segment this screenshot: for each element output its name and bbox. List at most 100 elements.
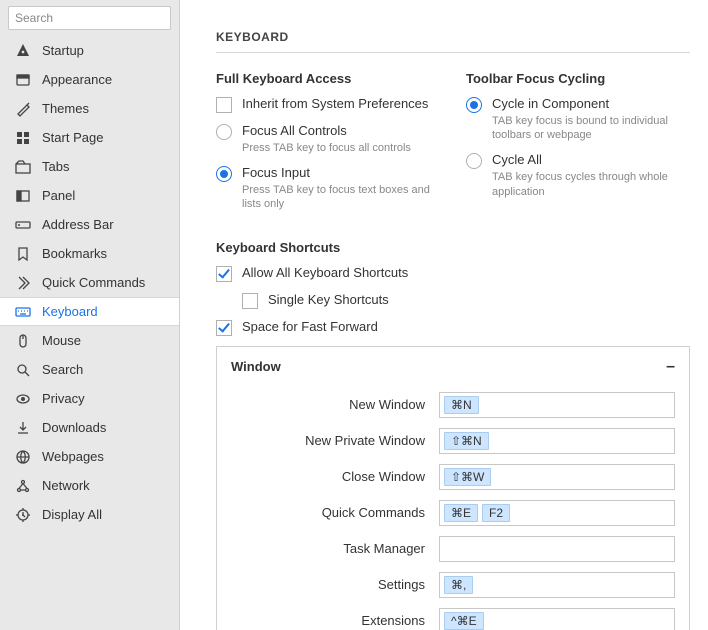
panel-title: Window: [231, 359, 281, 374]
sidebar-item-label: Themes: [42, 101, 89, 116]
panel-header-window[interactable]: Window –: [217, 347, 689, 387]
key-chip: ^⌘E: [444, 612, 484, 630]
key-chip: F2: [482, 504, 510, 522]
displayall-icon: [14, 507, 32, 523]
option-desc: TAB key focus cycles through whole appli…: [492, 170, 690, 199]
shortcut-field[interactable]: ⇧⌘W: [439, 464, 675, 490]
shortcut-label: New Private Window: [231, 433, 439, 448]
sidebar-item-label: Downloads: [42, 420, 106, 435]
shortcut-row: Quick Commands⌘EF2: [217, 495, 689, 531]
option-cycle-all[interactable]: Cycle All TAB key focus cycles through w…: [466, 152, 690, 198]
sidebar-item-network[interactable]: Network: [0, 471, 179, 500]
option-desc: Press TAB key to focus all controls: [242, 141, 411, 155]
sidebar-item-webpages[interactable]: Webpages: [0, 442, 179, 471]
option-allow-all-shortcuts[interactable]: Allow All Keyboard Shortcuts: [216, 265, 690, 282]
sidebar-item-keyboard[interactable]: Keyboard: [0, 297, 179, 326]
shortcut-field[interactable]: ⌘,: [439, 572, 675, 598]
page-title: KEYBOARD: [216, 30, 690, 44]
option-desc: TAB key focus is bound to individual too…: [492, 114, 690, 143]
sidebar-item-address-bar[interactable]: Address Bar: [0, 210, 179, 239]
option-focus-input[interactable]: Focus Input Press TAB key to focus text …: [216, 165, 440, 211]
sidebar-item-themes[interactable]: Themes: [0, 94, 179, 123]
sidebar-item-label: Start Page: [42, 130, 103, 145]
webpages-icon: [14, 449, 32, 465]
shortcut-label: Close Window: [231, 469, 439, 484]
sidebar-item-label: Webpages: [42, 449, 104, 464]
startpage-icon: [14, 130, 32, 146]
sidebar-item-label: Display All: [42, 507, 102, 522]
sidebar-item-downloads[interactable]: Downloads: [0, 413, 179, 442]
shortcut-field[interactable]: [439, 536, 675, 562]
settings-columns: Full Keyboard Access Inherit from System…: [216, 71, 690, 222]
search-icon: [14, 362, 32, 378]
quickcommands-icon: [14, 275, 32, 291]
sidebar-item-start-page[interactable]: Start Page: [0, 123, 179, 152]
shortcuts-panel: Window – New Window ⌘N New Private Window ⇧…: [216, 346, 690, 630]
checkbox-icon: [216, 97, 232, 113]
shortcut-row: New Window ⌘N: [217, 387, 689, 423]
option-cycle-component[interactable]: Cycle in Component TAB key focus is boun…: [466, 96, 690, 142]
appearance-icon: [14, 72, 32, 88]
sidebar-item-label: Network: [42, 478, 90, 493]
sidebar-item-quick-commands[interactable]: Quick Commands: [0, 268, 179, 297]
option-inherit-system[interactable]: Inherit from System Preferences: [216, 96, 440, 113]
toolbar-focus-cycling-section: Toolbar Focus Cycling Cycle in Component…: [466, 71, 690, 222]
shortcut-label: Extensions: [231, 613, 439, 628]
sidebar-item-bookmarks[interactable]: Bookmarks: [0, 239, 179, 268]
option-label: Cycle in Component: [492, 96, 690, 113]
sidebar-item-label: Keyboard: [42, 304, 98, 319]
option-label: Focus All Controls: [242, 123, 411, 140]
key-chip: ⇧⌘N: [444, 432, 489, 450]
sidebar-item-tabs[interactable]: Tabs: [0, 152, 179, 181]
section-heading-cycling: Toolbar Focus Cycling: [466, 71, 690, 86]
sidebar-item-label: Panel: [42, 188, 75, 203]
option-label: Inherit from System Preferences: [242, 96, 428, 113]
option-label: Single Key Shortcuts: [268, 292, 389, 309]
tabs-icon: [14, 159, 32, 175]
addressbar-icon: [14, 217, 32, 233]
sidebar-item-display-all[interactable]: Display All: [0, 500, 179, 529]
sidebar-item-search[interactable]: Search: [0, 355, 179, 384]
shortcut-row: Task Manager: [217, 531, 689, 567]
section-heading-shortcuts: Keyboard Shortcuts: [216, 240, 690, 255]
option-focus-all-controls[interactable]: Focus All Controls Press TAB key to focu…: [216, 123, 440, 155]
shortcut-field[interactable]: ⌘N: [439, 392, 675, 418]
checkbox-icon: [242, 293, 258, 309]
checkbox-icon: [216, 266, 232, 282]
section-heading-access: Full Keyboard Access: [216, 71, 440, 86]
sidebar: StartupAppearance Themes Start Page Tabs Pan…: [0, 0, 180, 630]
shortcut-label: New Window: [231, 397, 439, 412]
sidebar-item-panel[interactable]: Panel: [0, 181, 179, 210]
option-label: Space for Fast Forward: [242, 319, 378, 336]
sidebar-item-privacy[interactable]: Privacy: [0, 384, 179, 413]
shortcut-field[interactable]: ⌘EF2: [439, 500, 675, 526]
sidebar-item-startup[interactable]: Startup: [0, 36, 179, 65]
bookmarks-icon: [14, 246, 32, 262]
sidebar-item-appearance[interactable]: Appearance: [0, 65, 179, 94]
sidebar-item-label: Quick Commands: [42, 275, 145, 290]
key-chip: ⇧⌘W: [444, 468, 491, 486]
radio-icon: [466, 97, 482, 113]
sidebar-item-mouse[interactable]: Mouse: [0, 326, 179, 355]
search-input[interactable]: [8, 6, 171, 30]
option-space-fast-forward[interactable]: Space for Fast Forward: [216, 319, 690, 336]
sidebar-item-label: Privacy: [42, 391, 85, 406]
full-keyboard-access-section: Full Keyboard Access Inherit from System…: [216, 71, 440, 222]
option-label: Cycle All: [492, 152, 690, 169]
key-chip: ⌘N: [444, 396, 479, 414]
option-single-key-shortcuts[interactable]: Single Key Shortcuts: [242, 292, 690, 309]
privacy-icon: [14, 391, 32, 407]
shortcut-row: Extensions ^⌘E: [217, 603, 689, 630]
radio-icon: [216, 166, 232, 182]
shortcut-field[interactable]: ⇧⌘N: [439, 428, 675, 454]
collapse-icon: –: [666, 359, 675, 375]
sidebar-item-label: Bookmarks: [42, 246, 107, 261]
shortcut-field[interactable]: ^⌘E: [439, 608, 675, 630]
option-desc: Press TAB key to focus text boxes and li…: [242, 183, 440, 212]
radio-icon: [466, 153, 482, 169]
themes-icon: [14, 101, 32, 117]
shortcut-label: Task Manager: [231, 541, 439, 556]
shortcut-row: Settings⌘,: [217, 567, 689, 603]
search-wrap: [0, 0, 179, 36]
sidebar-item-label: Mouse: [42, 333, 81, 348]
